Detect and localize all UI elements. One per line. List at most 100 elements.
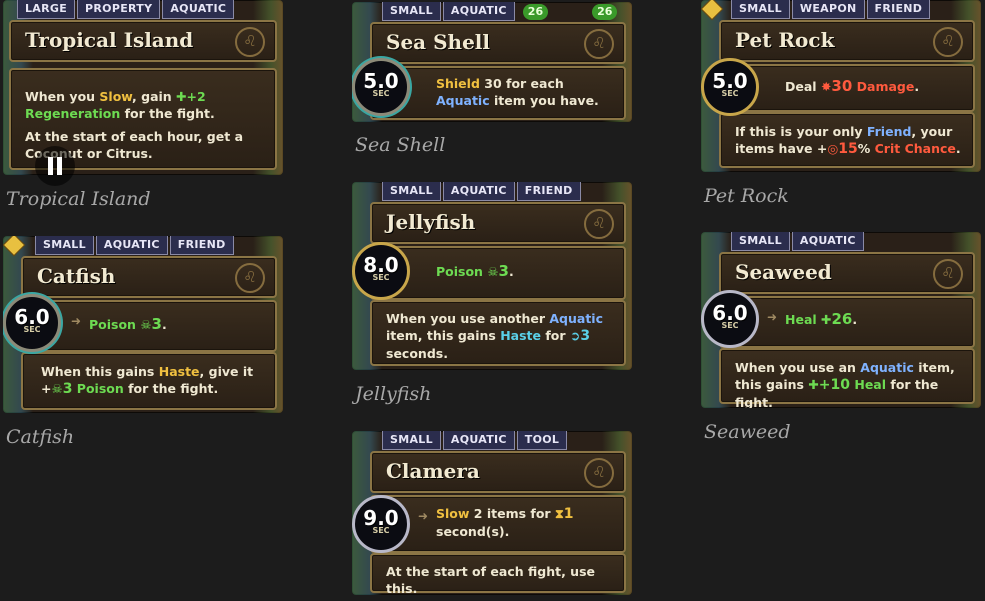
card-title-panel: Pet Rock ♌ (719, 20, 975, 62)
wing-icon: ➲ (569, 328, 581, 343)
card-effect-panel: If this is your only Friend, your items … (719, 112, 975, 168)
tag: SMALL (382, 182, 441, 201)
tag-row: LARGE PROPERTY AQUATIC (17, 0, 235, 19)
card-clamera[interactable]: SMALL AQUATIC TOOL Clamera ♌ ➜ Slow 2 it… (352, 431, 632, 595)
tag-row: SMALL AQUATIC FRIEND (35, 236, 234, 255)
tag-row: SMALL AQUATIC (731, 232, 864, 251)
card-effect-text-2: When you use an Aquatic item, this gains… (735, 360, 955, 408)
count-badge: 26 (522, 3, 549, 20)
tag: PROPERTY (77, 0, 161, 19)
card-title-panel: Seaweed ♌ (719, 252, 975, 294)
card-effect-panel: When you use an Aquatic item, this gains… (719, 348, 975, 408)
cooldown-badge: 6.0 SEC (701, 290, 759, 348)
tag: AQUATIC (442, 182, 515, 201)
tag: FRIEND (169, 236, 234, 255)
tag: SMALL (382, 2, 441, 21)
card-caption: Pet Rock (704, 185, 789, 207)
card-effect-text-2: At the start of each fight, use this. (386, 564, 596, 595)
card-effect-text: Heal ✚26. (785, 310, 858, 328)
cooldown-badge: 9.0 SEC (352, 495, 410, 553)
card-effect-text: Poison ☠3. (89, 315, 167, 333)
arrow-icon: ➜ (767, 310, 778, 324)
card-title-panel: Tropical Island ♌ (9, 20, 277, 62)
card-title-panel: Clamera ♌ (370, 451, 626, 493)
card-caption: Sea Shell (355, 134, 446, 156)
tag: AQUATIC (442, 431, 515, 450)
lion-crest-icon: ♌ (933, 27, 963, 57)
tag: SMALL (731, 0, 790, 19)
arrow-icon: ➜ (71, 314, 82, 328)
card-title: Jellyfish (386, 210, 476, 234)
tag: LARGE (17, 0, 76, 19)
cooldown-badge: 5.0 SEC (352, 58, 410, 116)
tag: AQUATIC (791, 232, 864, 251)
card-title: Pet Rock (735, 28, 835, 52)
skull-icon: ☠ (51, 381, 63, 396)
hourglass-icon: ⧗ (554, 506, 564, 521)
card-effect-panel: At the start of each fight, use this. (370, 553, 626, 595)
card-effect-text: Slow 2 items for ⧗1 second(s). (436, 506, 574, 539)
tag-row: SMALL AQUATIC TOOL (382, 431, 568, 450)
card-seaweed[interactable]: SMALL AQUATIC Seaweed ♌ ➜ Heal ✚26. When… (701, 232, 981, 408)
card-title: Sea Shell (386, 30, 490, 54)
card-title: Seaweed (735, 260, 832, 284)
arrow-icon: ➜ (418, 509, 429, 523)
card-effect-text-2: When this gains Haste, give it +☠3 Poiso… (41, 364, 254, 397)
cooldown-badge: 5.0 SEC (701, 58, 759, 116)
card-effect-text-2: If this is your only Friend, your items … (735, 124, 961, 157)
cross-icon: ✚ (808, 377, 819, 392)
tag-row: SMALL AQUATIC FRIEND (382, 182, 581, 201)
tag: FRIEND (516, 182, 581, 201)
plus-icon: ✚ (176, 89, 187, 104)
count-badge: 26 (592, 3, 618, 20)
card-caption: Seaweed (704, 421, 791, 443)
card-effect-text: Poison ☠3. (436, 262, 514, 280)
cooldown-badge: 6.0 SEC (3, 294, 61, 352)
card-caption: Tropical Island (6, 188, 151, 210)
tag: TOOL (516, 431, 568, 450)
card-caption: Catfish (6, 426, 75, 448)
card-effect-text: When you Slow, gain ✚+2 Regeneration for… (25, 89, 215, 121)
tag-row: SMALL WEAPON FRIEND (731, 0, 931, 19)
tag: SMALL (731, 232, 790, 251)
skull-icon: ☠ (487, 264, 499, 279)
card-sea-shell[interactable]: SMALL AQUATIC 26 26 Sea Shell ♌ ➜ Shield… (352, 2, 632, 122)
lion-crest-icon: ♌ (235, 263, 265, 293)
tag-row: SMALL AQUATIC 26 26 (382, 2, 618, 21)
card-title: Tropical Island (25, 28, 194, 52)
cross-icon: ✚ (821, 312, 832, 327)
pause-icon (48, 157, 53, 175)
lion-crest-icon: ♌ (584, 209, 614, 239)
cooldown-badge: 8.0 SEC (352, 242, 410, 300)
card-effect-text: Shield 30 for each Aquatic item you have… (436, 76, 599, 108)
tag: WEAPON (791, 0, 865, 19)
tag: AQUATIC (95, 236, 168, 255)
gem-icon (702, 0, 722, 19)
gem-icon (4, 236, 24, 255)
target-icon: ◎ (827, 141, 839, 156)
tag: AQUATIC (162, 0, 235, 19)
lion-crest-icon: ♌ (933, 259, 963, 289)
skull-icon: ☠ (140, 317, 152, 332)
card-caption: Jellyfish (355, 383, 432, 405)
card-pet-rock[interactable]: SMALL WEAPON FRIEND Pet Rock ♌ ➜ Deal ✸3… (701, 0, 981, 172)
card-effect-panel: When this gains Haste, give it +☠3 Poiso… (21, 352, 277, 410)
burst-icon: ✸ (820, 79, 832, 94)
lion-crest-icon: ♌ (584, 458, 614, 488)
card-catfish[interactable]: SMALL AQUATIC FRIEND Catfish ♌ ➜ Poison … (3, 236, 283, 413)
card-title: Catfish (37, 264, 116, 288)
card-title: Clamera (386, 459, 480, 483)
card-title-panel: Catfish ♌ (21, 256, 277, 298)
card-effect-text: Deal ✸30 Damage. (785, 77, 920, 95)
tag: SMALL (382, 431, 441, 450)
tag: AQUATIC (442, 2, 515, 21)
lion-crest-icon: ♌ (584, 29, 614, 59)
card-effect-panel: When you use another Aquatic item, this … (370, 300, 626, 366)
card-title-panel: Sea Shell ♌ (370, 22, 626, 64)
tag: SMALL (35, 236, 94, 255)
card-title-panel: Jellyfish ♌ (370, 202, 626, 244)
tag: FRIEND (866, 0, 931, 19)
lion-crest-icon: ♌ (235, 27, 265, 57)
pause-button[interactable] (35, 146, 75, 186)
card-jellyfish[interactable]: SMALL AQUATIC FRIEND Jellyfish ♌ ➜ Poiso… (352, 182, 632, 370)
